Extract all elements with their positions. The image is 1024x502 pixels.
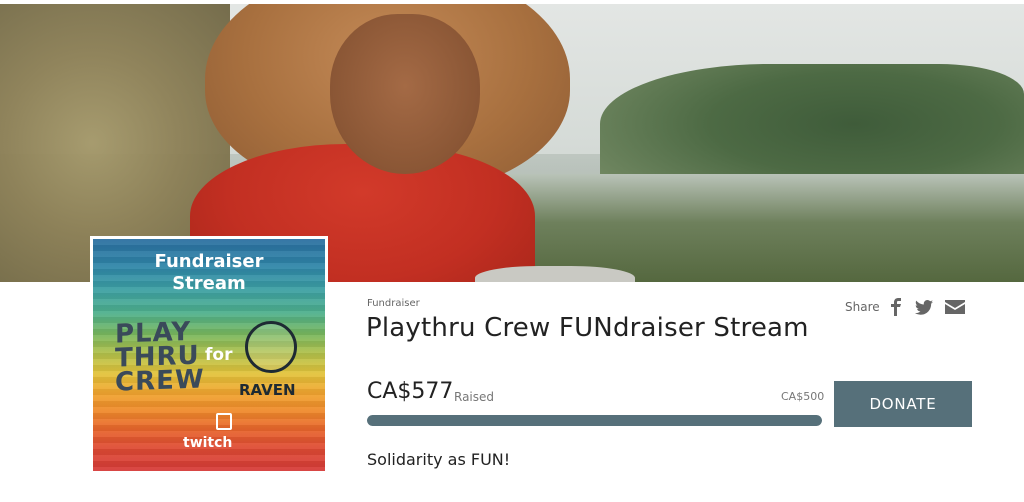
amount-raised: CA$577 <box>367 379 454 404</box>
poster-line-2: Stream <box>172 273 246 294</box>
campaign-kind: Fundraiser <box>367 298 420 309</box>
share-label: Share <box>845 300 880 314</box>
raised-label: Raised <box>454 390 495 404</box>
poster-line-1: Fundraiser <box>154 251 264 272</box>
raven-emblem-icon <box>245 321 297 373</box>
twitch-icon <box>216 413 232 430</box>
email-icon[interactable] <box>945 300 965 314</box>
poster-crew: CREW <box>115 364 205 398</box>
twitter-icon[interactable] <box>915 299 933 315</box>
share-icons <box>889 298 965 316</box>
poster-for: for <box>205 345 233 365</box>
goal-amount: CA$500 <box>781 390 825 403</box>
progress-fill <box>367 415 822 426</box>
poster-play-thru-crew: PLAY THRU CREW <box>115 317 205 398</box>
donate-button[interactable]: DONATE <box>834 381 972 427</box>
campaign-poster: Fundraiser Stream PLAY THRU CREW for RAV… <box>90 236 328 474</box>
campaign-title: Playthru Crew FUNdraiser Stream <box>366 313 809 343</box>
poster-twitch: twitch <box>183 435 233 451</box>
hero-child-face <box>330 14 480 174</box>
campaign-description: Solidarity as FUN! <box>367 450 511 469</box>
hero-bowl <box>475 266 635 282</box>
progress-bar <box>367 415 822 426</box>
facebook-icon[interactable] <box>889 298 903 316</box>
poster-raven: RAVEN <box>239 381 296 399</box>
